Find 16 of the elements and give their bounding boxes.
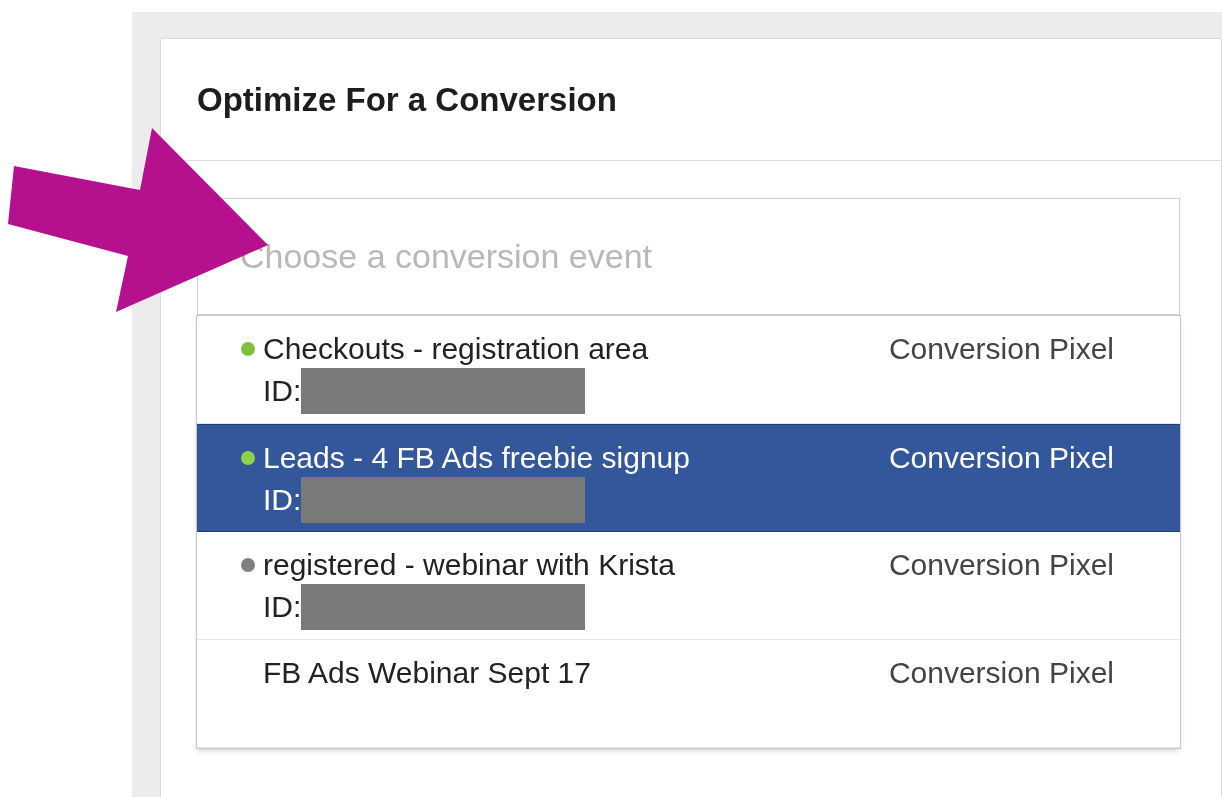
event-name: Leads - 4 FB Ads freebie signup — [263, 440, 691, 476]
event-name: FB Ads Webinar Sept 17 — [263, 655, 592, 691]
id-label: ID: — [263, 373, 302, 409]
event-type: Conversion Pixel — [888, 547, 1114, 583]
id-label: ID: — [263, 482, 302, 518]
event-type: Conversion Pixel — [888, 331, 1114, 367]
event-option[interactable]: FB Ads Webinar Sept 17 Conversion Pixel — [197, 640, 1180, 748]
event-type: Conversion Pixel — [888, 655, 1114, 691]
event-name: Checkouts - registration area — [263, 331, 650, 367]
event-type: Conversion Pixel — [888, 440, 1114, 476]
id-label: ID: — [263, 589, 302, 625]
event-option[interactable]: registered - webinar with Krista ID: Conversion Pixel — [197, 532, 1180, 640]
panel-title: Optimize For a Conversion — [197, 79, 617, 120]
event-name: registered - webinar with Krista — [263, 547, 676, 583]
event-option[interactable]: Checkouts - registration area ID: Conversion Pixel — [197, 316, 1180, 424]
event-option[interactable]: Leads - 4 FB Ads freebie signup ID: Conversion Pixel — [197, 424, 1180, 532]
